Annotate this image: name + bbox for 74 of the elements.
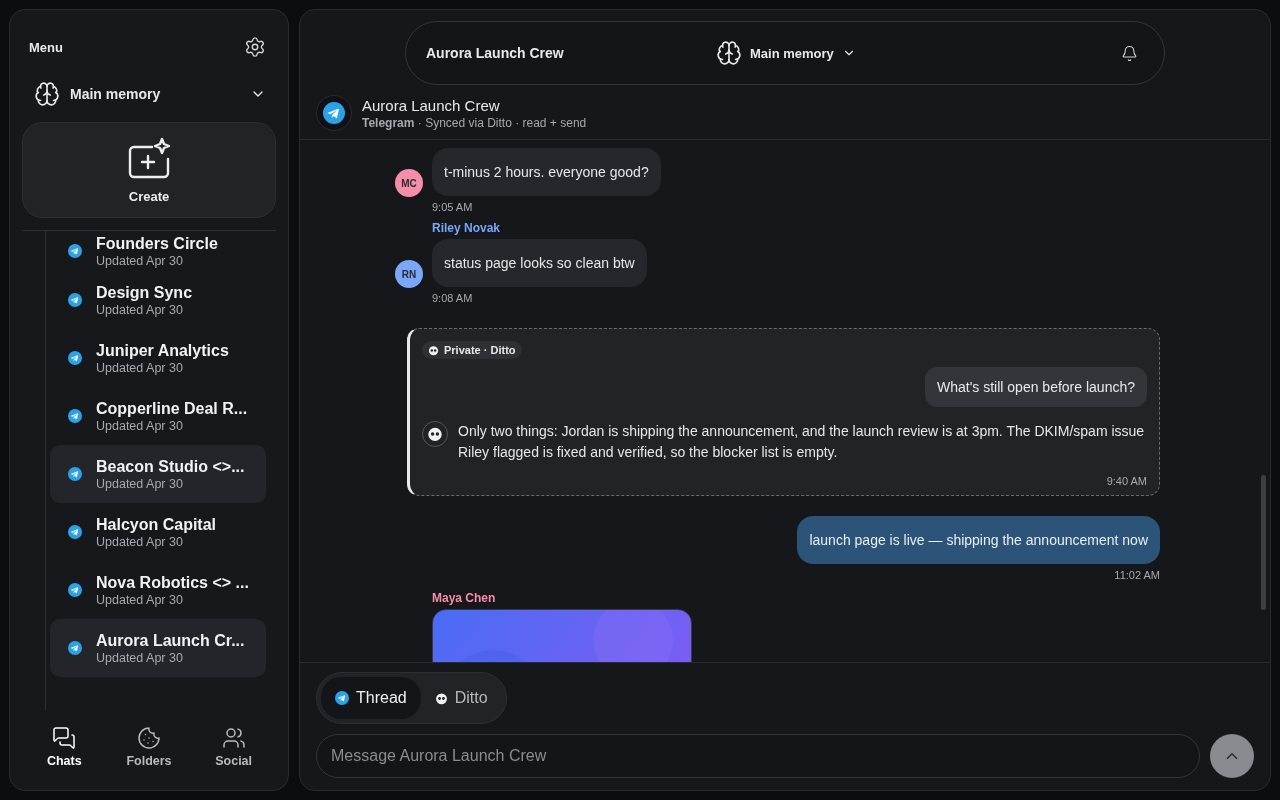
nav-tab[interactable]: Chats	[24, 725, 105, 769]
telegram-icon	[68, 525, 82, 539]
people-icon	[221, 726, 246, 750]
scrollbar[interactable]	[1261, 475, 1266, 610]
sync-status: · Synced via Ditto · read + send	[417, 115, 587, 130]
message-bubble: t-minus 2 hours. everyone good?	[432, 148, 661, 196]
telegram-icon	[68, 467, 82, 481]
robot-icon	[434, 691, 448, 705]
chat-item[interactable]: Founders Circle Updated Apr 30	[50, 231, 266, 271]
telegram-icon	[68, 293, 82, 307]
telegram-icon	[323, 102, 345, 124]
memory-selector[interactable]: Main memory	[22, 76, 276, 112]
chat-updated: Updated Apr 30	[96, 253, 184, 268]
message-time: 9:05 AM	[432, 201, 473, 213]
create-button[interactable]: Create	[22, 122, 276, 218]
chat-item[interactable]: Halcyon Capital Updated Apr 30	[50, 503, 266, 561]
avatar: RN	[395, 260, 423, 288]
chat-updated: Updated Apr 30	[96, 592, 184, 607]
settings-icon[interactable]	[244, 36, 266, 58]
memory-selector[interactable]: Main memory	[716, 40, 1121, 66]
telegram-icon	[68, 351, 82, 365]
message-time: 11:02 AM	[1114, 569, 1160, 581]
message-field[interactable]: Message Aurora Launch Crew	[316, 734, 1200, 778]
platform-label: Telegram	[362, 115, 415, 130]
chat-name: Founders Circle	[96, 234, 218, 253]
chat-updated: Updated Apr 30	[96, 302, 184, 317]
chat-title: Aurora Launch Crew	[362, 96, 501, 114]
chat-item[interactable]: Aurora Launch Cr... Updated Apr 30	[50, 619, 266, 677]
message-bubble: launch page is live — shipping the announcement now	[797, 516, 1160, 564]
chat-name: Nova Robotics <> ...	[96, 573, 249, 592]
nav-tab[interactable]: Folders	[109, 725, 189, 769]
mode-tab[interactable]: Thread	[321, 677, 421, 719]
chat-item[interactable]: Nova Robotics <> ... Updated Apr 30	[50, 561, 266, 619]
chat-name: Copperline Deal R...	[96, 399, 248, 418]
notifications-icon[interactable]	[1121, 44, 1138, 62]
chat-name: Halcyon Capital	[96, 515, 217, 534]
robot-icon	[427, 426, 443, 442]
chat-updated: Updated Apr 30	[96, 360, 184, 375]
chat-name: Juniper Analytics	[96, 341, 229, 360]
create-icon	[126, 136, 172, 181]
question-bubble: What's still open before launch?	[925, 367, 1147, 407]
robot-icon	[428, 344, 439, 356]
chat-item[interactable]: Beacon Studio <>... Updated Apr 30	[50, 445, 266, 503]
sender-name: Riley Novak	[432, 221, 501, 235]
send-button[interactable]	[1210, 734, 1254, 778]
chat-item[interactable]: Copperline Deal R... Updated Apr 30	[50, 387, 266, 445]
menu-title: Menu	[29, 39, 63, 55]
chat-title: Aurora Launch Crew	[426, 45, 565, 61]
telegram-icon	[68, 583, 82, 597]
brain-icon	[716, 40, 742, 66]
chat-item[interactable]: Design Sync Updated Apr 30	[50, 271, 266, 329]
chat-updated: Updated Apr 30	[96, 476, 184, 491]
telegram-icon	[68, 641, 82, 655]
chat-name: Beacon Studio <>...	[96, 457, 245, 476]
nav-tab[interactable]: Social	[193, 725, 274, 769]
brain-icon	[34, 81, 60, 107]
telegram-icon	[68, 409, 82, 423]
chat-item[interactable]: Juniper Analytics Updated Apr 30	[50, 329, 266, 387]
chat-updated: Updated Apr 30	[96, 418, 184, 433]
message-time: 9:40 AM	[1106, 475, 1147, 487]
chat-bubbles-icon	[52, 726, 77, 750]
badge-label: Private · Ditto	[444, 344, 516, 356]
chat-name: Aurora Launch Cr...	[96, 631, 245, 650]
chat-name: Design Sync	[96, 283, 193, 302]
message-bubble: status page looks so clean btw	[432, 239, 647, 287]
mode-tab[interactable]: Ditto	[420, 677, 502, 719]
telegram-icon	[68, 244, 82, 258]
chat-updated: Updated Apr 30	[96, 534, 184, 549]
answer-text: Only two things: Jordan is shipping the announcement, and the launch review is at 3pm. The DKIM/spam issue Riley flagged is fixed and verified, so the blocker list is empty.	[458, 422, 1146, 462]
telegram-icon	[335, 691, 349, 705]
chat-updated: Updated Apr 30	[96, 650, 184, 665]
message-time: 9:08 AM	[432, 292, 473, 304]
sender-name: Maya Chen	[432, 591, 496, 605]
avatar: MC	[395, 169, 423, 197]
